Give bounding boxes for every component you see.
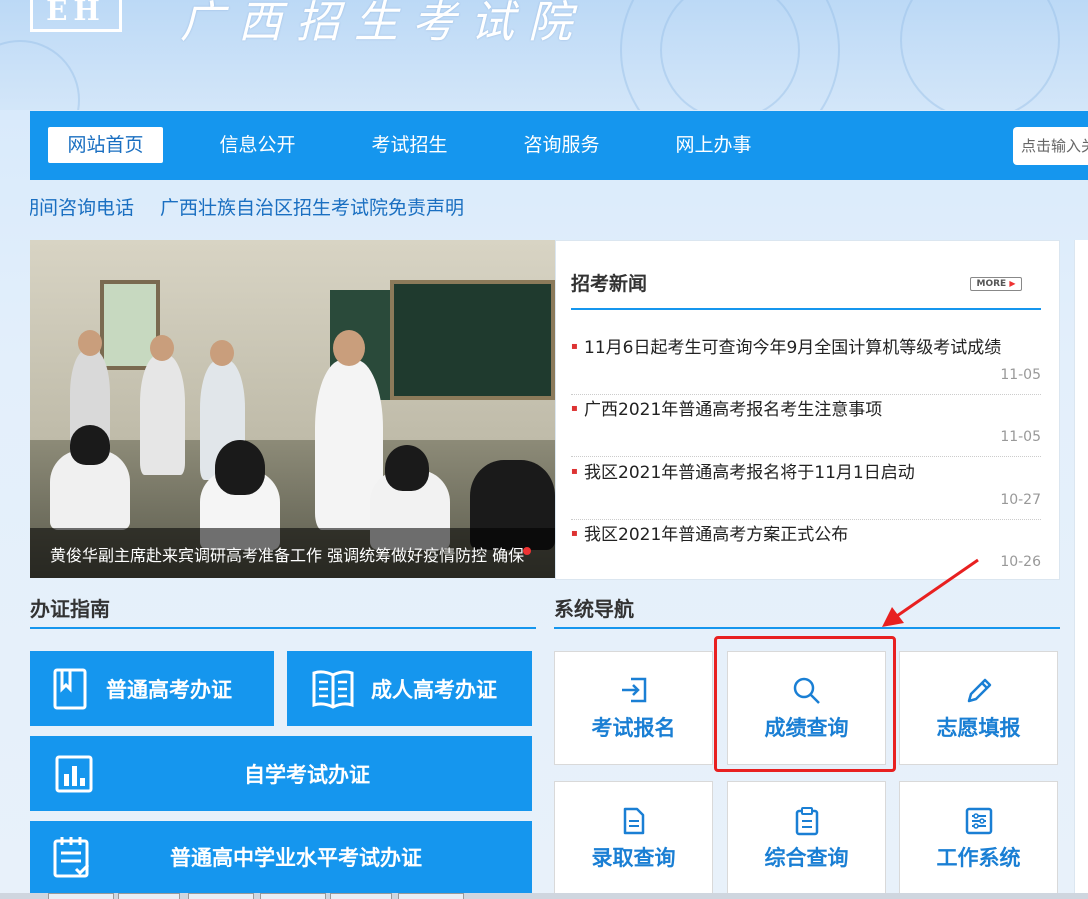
marquee-link[interactable]: 期间咨询电话 (30, 197, 134, 219)
taskbar-item[interactable] (48, 893, 114, 899)
guide-button-adult[interactable]: 成人高考办证 (287, 651, 532, 726)
list-item[interactable]: ▪ 我区2021年普通高考报名将于11月1日启动 10-27 (571, 458, 1041, 520)
system-nav-title: 系统导航 (554, 597, 634, 621)
news-slideshow[interactable]: 黄俊华副主席赴来宾调研高考准备工作 强调统筹做好疫情防控 确保 (30, 240, 555, 578)
news-date: 11-05 (1000, 367, 1041, 383)
photo-figure (78, 330, 102, 356)
guide-button-label: 成人高考办证 (371, 677, 497, 702)
sys-application-filling[interactable]: 志愿填报 (899, 651, 1058, 765)
sys-card-label: 综合查询 (764, 846, 849, 870)
nav-item-home[interactable]: 网站首页 (48, 127, 163, 163)
photo-figure (150, 335, 174, 361)
triangle-right-icon: ▶ (1009, 279, 1016, 288)
news-link[interactable]: 我区2021年普通高考方案正式公布 (584, 520, 848, 545)
guide-button-academic[interactable]: 普通高中学业水平考试办证 (30, 821, 532, 893)
news-date: 10-27 (1000, 492, 1041, 508)
news-link[interactable]: 我区2021年普通高考报名将于11月1日启动 (584, 458, 915, 483)
sys-card-label: 考试报名 (591, 716, 676, 740)
taskbar (0, 893, 1088, 899)
sys-card-label: 工作系统 (936, 846, 1021, 870)
login-icon (622, 677, 647, 703)
clipboard-icon (795, 807, 819, 836)
bullet-icon: ▪ (571, 528, 578, 539)
nav-item-exams[interactable]: 考试招生 (352, 127, 467, 163)
nav-item-consult[interactable]: 咨询服务 (504, 127, 619, 163)
nav-item-info[interactable]: 信息公开 (200, 127, 315, 163)
sys-exam-registration[interactable]: 考试报名 (554, 651, 713, 765)
site-logo[interactable]: EH (30, 0, 122, 32)
sys-work-system[interactable]: 工作系统 (899, 781, 1058, 895)
photo-figure (70, 425, 110, 465)
sys-admission-query[interactable]: 录取查询 (554, 781, 713, 895)
guide-button-gaokao[interactable]: 普通高考办证 (30, 651, 274, 726)
bullet-icon: ▪ (571, 341, 578, 352)
main-nav: 网站首页 信息公开 考试招生 咨询服务 网上办事 (30, 111, 1088, 180)
photo-window (100, 280, 160, 370)
taskbar-item[interactable] (330, 893, 392, 899)
divider (30, 627, 536, 629)
sys-general-query[interactable]: 综合查询 (727, 781, 886, 895)
open-book-icon (312, 670, 354, 709)
guide-button-label: 普通高考办证 (106, 677, 232, 702)
header-banner: EH 广西招生考试院 (0, 0, 1088, 110)
bullet-icon: ▪ (571, 466, 578, 477)
checklist-icon (53, 837, 90, 878)
photo-figure (140, 355, 185, 475)
more-label: MORE (976, 279, 1007, 289)
guide-button-label: 自学考试办证 (244, 762, 370, 787)
nav-item-online[interactable]: 网上办事 (656, 127, 771, 163)
guide-section-title: 办证指南 (30, 597, 110, 621)
banner-decoration (0, 40, 80, 110)
settings-sliders-icon (965, 807, 993, 835)
news-panel: 招考新闻 MORE ▶ ▪ 11月6日起考生可查询今年9月全国计算机等级考试成绩… (555, 240, 1060, 580)
list-item[interactable]: ▪ 11月6日起考生可查询今年9月全国计算机等级考试成绩 11-05 (571, 333, 1041, 395)
photo-figure (210, 340, 234, 366)
side-panel-edge (1074, 240, 1088, 899)
photo-board (390, 280, 555, 400)
photo-figure (385, 445, 429, 491)
sys-card-label: 志愿填报 (936, 716, 1021, 740)
search-input[interactable] (1013, 127, 1088, 165)
divider (571, 308, 1041, 310)
taskbar-item[interactable] (260, 893, 326, 899)
taskbar-item[interactable] (118, 893, 180, 899)
banner-decoration (660, 0, 800, 110)
annotation-highlight-box (714, 636, 896, 772)
banner-decoration (900, 0, 1060, 110)
taskbar-item[interactable] (188, 893, 254, 899)
annotation-arrow-icon (882, 558, 979, 627)
news-date: 11-05 (1000, 429, 1041, 445)
taskbar-item[interactable] (398, 893, 464, 899)
slide-indicator-dot[interactable] (523, 547, 531, 555)
news-link[interactable]: 广西2021年普通高考报名考生注意事项 (584, 395, 882, 420)
news-link[interactable]: 11月6日起考生可查询今年9月全国计算机等级考试成绩 (584, 333, 1001, 358)
guide-button-label: 普通高中学业水平考试办证 (170, 846, 422, 870)
notice-marquee: 期间咨询电话 广西壮族自治区招生考试院免责声明 (30, 193, 1088, 223)
guide-button-self-study[interactable]: 自学考试办证 (30, 736, 532, 811)
site-title: 广西招生考试院 (180, 0, 586, 48)
document-icon (623, 807, 645, 835)
book-icon (53, 668, 87, 710)
slide-caption[interactable]: 黄俊华副主席赴来宾调研高考准备工作 强调统筹做好疫情防控 确保 (50, 542, 555, 566)
photo-figure (215, 440, 265, 495)
marquee-link[interactable]: 广西壮族自治区招生考试院免责声明 (160, 197, 464, 219)
more-button[interactable]: MORE ▶ (970, 277, 1022, 291)
chart-icon (55, 755, 93, 793)
list-item[interactable]: ▪ 广西2021年普通高考报名考生注意事项 11-05 (571, 395, 1041, 457)
news-panel-title: 招考新闻 (571, 273, 648, 295)
pencil-icon (967, 678, 992, 703)
news-date: 10-26 (1000, 554, 1041, 570)
bullet-icon: ▪ (571, 403, 578, 414)
photo-figure (333, 330, 365, 366)
sys-card-label: 录取查询 (591, 846, 676, 870)
